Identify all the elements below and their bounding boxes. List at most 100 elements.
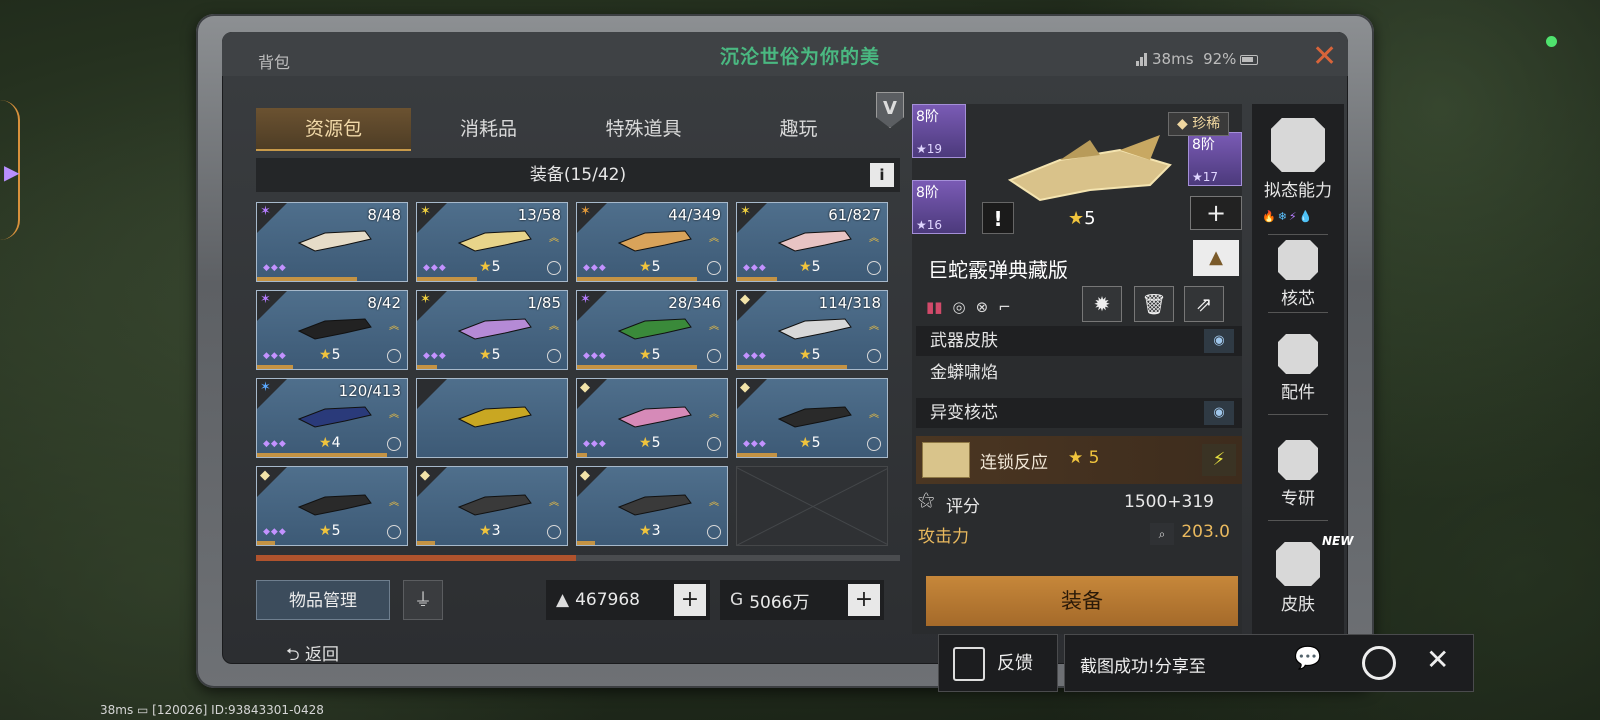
scrollbar-thumb[interactable] (256, 555, 576, 561)
gem-icon: ◆ (260, 468, 270, 483)
rarity-dots: ◆◆◆ (583, 263, 607, 273)
side-item-research[interactable]: 专研 (1252, 440, 1344, 509)
item-slot[interactable]: ✶ 28/346 ◆◆◆ ★5 ︽ (576, 290, 728, 370)
item-slot[interactable]: ◆ ★3 ︽ (416, 466, 568, 546)
attachment-tier-1[interactable]: 8阶 ★19 (912, 104, 966, 158)
progress-bar (737, 277, 777, 281)
item-slot[interactable]: ◆ 114/318 ◆◆◆ ★5 ︽ (736, 290, 888, 370)
preview-core-button[interactable]: ◉ (1204, 401, 1234, 425)
upgrade-chevron-icon: ︽ (389, 321, 399, 332)
tab-special-items[interactable]: 特殊道具 (566, 108, 721, 151)
divider (1268, 312, 1328, 313)
rarity-dots: ◆◆◆ (263, 527, 287, 537)
back-arrow-icon: ⮌ (286, 645, 300, 665)
tab-fun[interactable]: 趣玩 (721, 108, 876, 151)
star-level: ★5 (799, 435, 821, 451)
side-item-core[interactable]: 核芯 (1252, 240, 1344, 309)
side-item-label: 专研 (1281, 489, 1315, 509)
progress-bar (417, 541, 435, 545)
skin-label: 武器皮肤 (930, 331, 998, 351)
target-icon: ⊗ (975, 298, 989, 316)
back-button[interactable]: ⮌ 返回 (286, 640, 339, 671)
weapon-thumbnail (457, 318, 532, 340)
side-item-label: 配件 (1281, 383, 1315, 403)
tab-consumables[interactable]: 消耗品 (411, 108, 566, 151)
item-slot[interactable]: ◆ ◆◆◆ ★5 ︽ (256, 466, 408, 546)
preview-skin-button[interactable]: ◉ (1204, 329, 1234, 353)
side-item-skin[interactable]: 皮肤 (1252, 542, 1344, 615)
filter-button[interactable]: ⏚ (403, 580, 443, 620)
side-item-mimic-ability[interactable]: 拟态能力 (1252, 118, 1344, 201)
close-button[interactable]: ✕ (1312, 42, 1337, 72)
item-slot[interactable]: ✶ 61/827 ◆◆◆ ★5 ︽ (736, 202, 888, 282)
tier-label: 8阶 (916, 185, 939, 201)
eye-icon: ◉ (1213, 333, 1225, 348)
frost-icon: ❄ (1277, 210, 1289, 223)
item-slot[interactable] (416, 378, 568, 458)
weapon-thumbnail (617, 230, 692, 252)
weapon-star-level: ★5 (1068, 208, 1096, 229)
gear-icon (547, 261, 561, 275)
settings-button[interactable]: ✹ (1082, 286, 1122, 322)
weapon-thumbnail (297, 494, 372, 516)
upgrade-chevron-icon: ︽ (549, 497, 559, 508)
gear-icon (707, 261, 721, 275)
star-level: ★3 (639, 523, 661, 539)
progress-bar (577, 453, 587, 457)
attachment-tier-2[interactable]: 8阶 ★16 (912, 180, 966, 234)
skin-row: 武器皮肤 ◉ (916, 326, 1242, 356)
moments-share-button[interactable] (1362, 646, 1396, 680)
claw-icon: ⚡ (1202, 444, 1236, 476)
upgrade-button[interactable]: ▲ (1193, 240, 1239, 276)
gem-icon: ◆ (740, 292, 750, 307)
warning-button[interactable]: ! (982, 202, 1014, 234)
network-status: 38ms 92% (1136, 50, 1259, 70)
ingot-icon: ▲ (556, 590, 570, 610)
item-slot[interactable]: ✶ 1/85 ◆◆◆ ★5 ︽ (416, 290, 568, 370)
item-slot[interactable]: ◆ ★3 ︽ (576, 466, 728, 546)
bronze-claw-icon: ✶ (580, 204, 591, 219)
add-gold-button[interactable]: + (674, 584, 706, 616)
add-attachment-button[interactable]: + (1190, 196, 1242, 230)
feedback-button[interactable]: 反馈 (938, 634, 1058, 692)
delete-button[interactable]: 🗑 (1134, 286, 1174, 322)
item-slot[interactable]: ✶ 8/48 ◆◆◆ (256, 202, 408, 282)
info-button[interactable]: i (870, 163, 894, 187)
close-share-button[interactable]: ✕ (1426, 646, 1449, 674)
add-coin-button[interactable]: + (848, 584, 880, 616)
equip-button[interactable]: 装备 (926, 576, 1238, 626)
share-button[interactable]: ⇗ (1184, 286, 1224, 322)
chevron-right-icon[interactable]: ▶ (4, 160, 19, 184)
progress-bar (257, 365, 293, 369)
item-slot[interactable]: ✶ 44/349 ◆◆◆ ★5 ︽ (576, 202, 728, 282)
item-slot[interactable]: ✶ 13/58 ◆◆◆ ★5 ︽ (416, 202, 568, 282)
weapon-thumbnail (777, 406, 852, 428)
gold-claw-icon: ✶ (740, 204, 751, 219)
signal-icon (1136, 52, 1148, 70)
progress-bar (257, 453, 387, 457)
item-slot[interactable]: ◆ ◆◆◆ ★5 ︽ (576, 378, 728, 458)
item-count: 13/58 (517, 206, 561, 224)
attack-detail-button[interactable]: ⌕ (1150, 523, 1174, 545)
attachment-tier-3[interactable]: 8阶 ★17 (1188, 132, 1242, 186)
gear-icon (707, 437, 721, 451)
item-slot[interactable]: ◆ ◆◆◆ ★5 ︽ (736, 378, 888, 458)
side-item-accessories[interactable]: 配件 (1252, 334, 1344, 403)
gear-icon (387, 437, 401, 451)
element-icons: 🔥❄⚡💧 (1262, 210, 1314, 223)
core-chain-reaction[interactable]: 连锁反应 ★ 5 ⚡ (916, 436, 1242, 484)
gold-claw-icon: ✶ (420, 292, 431, 307)
accessories-icon (1278, 334, 1318, 374)
item-count: 8/48 (367, 206, 401, 224)
back-label: 返回 (305, 645, 340, 665)
wechat-share-button[interactable]: 💬 (1294, 646, 1330, 678)
tab-resource-pack[interactable]: 资源包 (256, 108, 411, 151)
item-management-button[interactable]: 物品管理 (256, 580, 390, 620)
poison-icon: 💧 (1298, 210, 1315, 223)
weapon-thumbnail (457, 406, 532, 428)
weapon-thumbnail (617, 406, 692, 428)
tier-label: 8阶 (1192, 137, 1215, 153)
item-slot[interactable]: ✶ 8/42 ◆◆◆ ★5 ︽ (256, 290, 408, 370)
item-slot[interactable]: ✶ 120/413 ◆◆◆ ★4 ︽ (256, 378, 408, 458)
tier-stars: ★19 (916, 142, 943, 156)
